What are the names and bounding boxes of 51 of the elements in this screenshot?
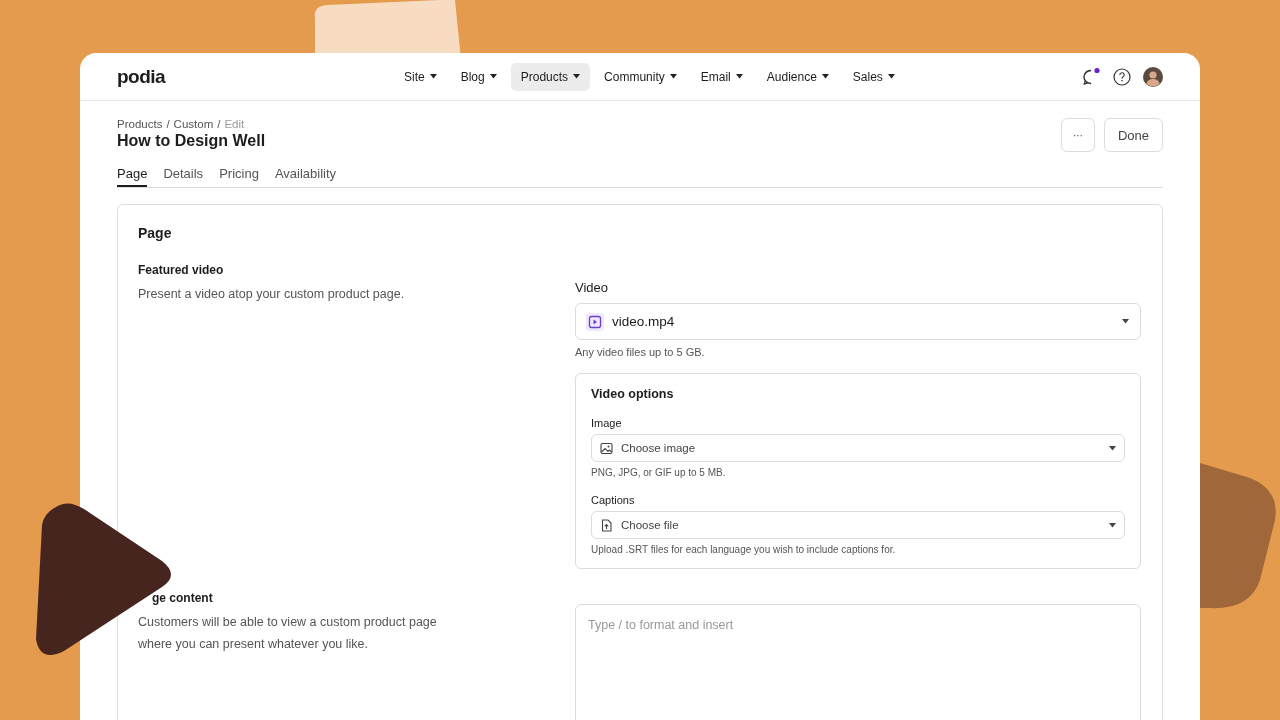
caret-icon [821, 74, 829, 79]
field-label: Video [575, 280, 609, 295]
done-button[interactable]: Done [1103, 118, 1163, 152]
image-select[interactable]: Choose image [591, 434, 1125, 462]
tab[interactable]: Pricing [219, 160, 259, 187]
caret-icon [573, 74, 581, 79]
video-select[interactable]: video.mp4 [575, 303, 1141, 340]
nav-item[interactable]: Blog [450, 62, 507, 91]
field-label: Captions [591, 494, 636, 506]
video-file-icon [586, 312, 604, 331]
caret-icon [1109, 522, 1116, 528]
nav-item[interactable]: Sales [842, 62, 905, 91]
breadcrumb-item[interactable]: Custom [173, 118, 214, 130]
more-button[interactable]: ··· [1060, 118, 1095, 152]
field-hint: PNG, JPG, or GIF up to 5 MB. [591, 467, 727, 478]
breadcrumb-item: Edit [224, 118, 245, 130]
help-icon[interactable] [1113, 67, 1131, 86]
file-select[interactable]: Choose file [591, 511, 1125, 539]
section-label: Featured video [138, 263, 225, 277]
panel-title: Video options [591, 387, 675, 401]
caret-icon [429, 74, 437, 79]
nav-item[interactable]: Email [690, 62, 753, 91]
nav-item[interactable]: Products [510, 62, 591, 91]
upload-file-icon [600, 518, 613, 532]
tab[interactable]: Availability [274, 160, 337, 187]
avatar[interactable] [1143, 66, 1163, 87]
logo[interactable]: podia [117, 65, 166, 88]
breadcrumb-separator: / [217, 118, 221, 130]
section-description: Present a video atop your custom product page. [138, 286, 406, 303]
caret-icon [669, 74, 677, 79]
section-label: ge content [151, 591, 214, 605]
nav-item[interactable]: Site [394, 62, 447, 91]
chat-icon[interactable] [1081, 66, 1101, 87]
caret-icon [489, 74, 497, 79]
tab[interactable]: Details [163, 160, 204, 187]
caret-icon [735, 74, 743, 79]
field-label: Image [591, 417, 623, 429]
field-hint: Any video files up to 5 GB. [575, 346, 706, 358]
breadcrumb-item[interactable]: Products [117, 118, 163, 130]
page-title: How to Design Well [117, 132, 266, 150]
card-title: Page [138, 225, 173, 241]
caret-icon [1109, 445, 1116, 451]
nav-item[interactable]: Audience [756, 62, 839, 91]
caret-icon [887, 74, 895, 79]
section-description: Customers will be able to view a custom product page where you can present whatever you like. [138, 614, 438, 653]
image-icon [600, 441, 613, 455]
breadcrumb-separator: / [166, 118, 170, 130]
nav-item[interactable]: Community [594, 62, 687, 91]
tab[interactable]: Page [117, 160, 148, 187]
caret-icon [1122, 319, 1129, 324]
field-hint: Upload .SRT files for each language you wish to include captions for. [591, 544, 897, 555]
